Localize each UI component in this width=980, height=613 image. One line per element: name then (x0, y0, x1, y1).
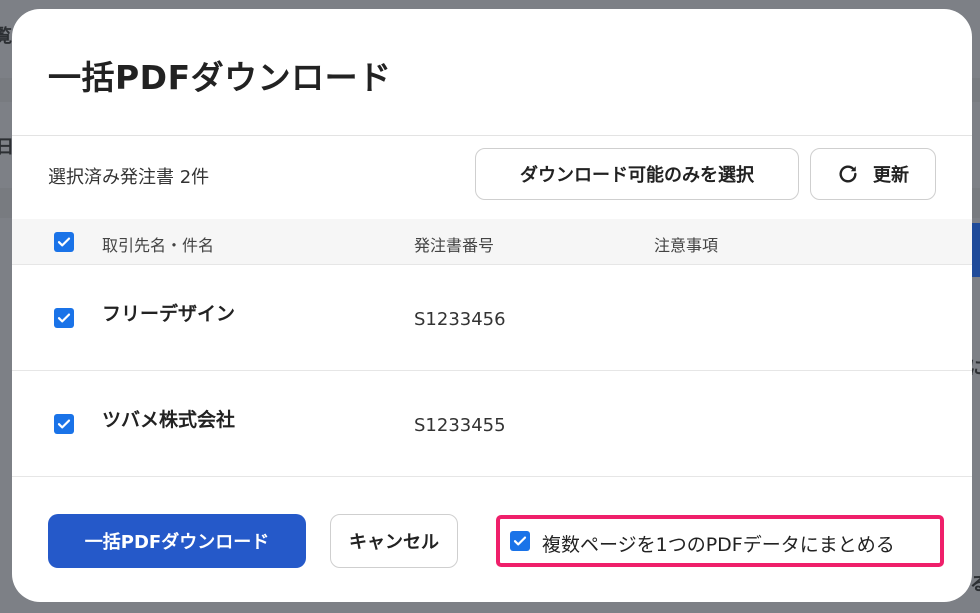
row-checkbox[interactable] (54, 308, 74, 328)
bulk-pdf-download-button[interactable]: 一括PDFダウンロード (48, 514, 306, 568)
column-header-partner: 取引先名・件名 (102, 236, 215, 255)
table-header: 取引先名・件名 発注書番号 注意事項 (12, 219, 972, 265)
background-text-fragment: 覧 (0, 26, 12, 47)
table-row: ツバメ株式会社 S1233455 (12, 371, 972, 477)
refresh-icon (837, 163, 859, 185)
check-icon (57, 237, 71, 247)
column-header-notes: 注意事項 (654, 236, 719, 255)
refresh-button[interactable]: 更新 (810, 148, 936, 200)
select-all-checkbox[interactable] (54, 232, 74, 252)
row-checkbox[interactable] (54, 414, 74, 434)
bulk-pdf-download-dialog: 一括PDFダウンロード 選択済み発注書 2件 ダウンロード可能のみを選択 更新 … (12, 9, 972, 602)
cancel-button[interactable]: キャンセル (330, 514, 458, 568)
selected-count: 選択済み発注書 2件 (48, 167, 210, 188)
table-row: フリーデザイン S1233456 (12, 265, 972, 371)
merge-pages-option[interactable]: 複数ページを1つのPDFデータにまとめる (496, 515, 944, 567)
check-icon (57, 419, 71, 429)
merge-pages-label: 複数ページを1つのPDFデータにまとめる (542, 534, 895, 556)
refresh-label: 更新 (873, 165, 909, 186)
merge-pages-checkbox[interactable] (510, 531, 530, 551)
header-divider (12, 135, 972, 136)
row-partner-name: ツバメ株式会社 (102, 409, 236, 431)
bulk-pdf-download-label: 一括PDFダウンロード (84, 532, 270, 553)
cancel-label: キャンセル (349, 532, 439, 553)
check-icon (513, 536, 527, 546)
check-icon (57, 313, 71, 323)
select-downloadable-label: ダウンロード可能のみを選択 (520, 165, 754, 186)
column-header-order-number: 発注書番号 (414, 236, 495, 255)
select-downloadable-button[interactable]: ダウンロード可能のみを選択 (475, 148, 799, 200)
dialog-title: 一括PDFダウンロード (48, 58, 392, 97)
row-partner-name: フリーデザイン (102, 303, 236, 325)
row-order-number: S1233455 (414, 415, 506, 436)
row-order-number: S1233456 (414, 309, 506, 330)
